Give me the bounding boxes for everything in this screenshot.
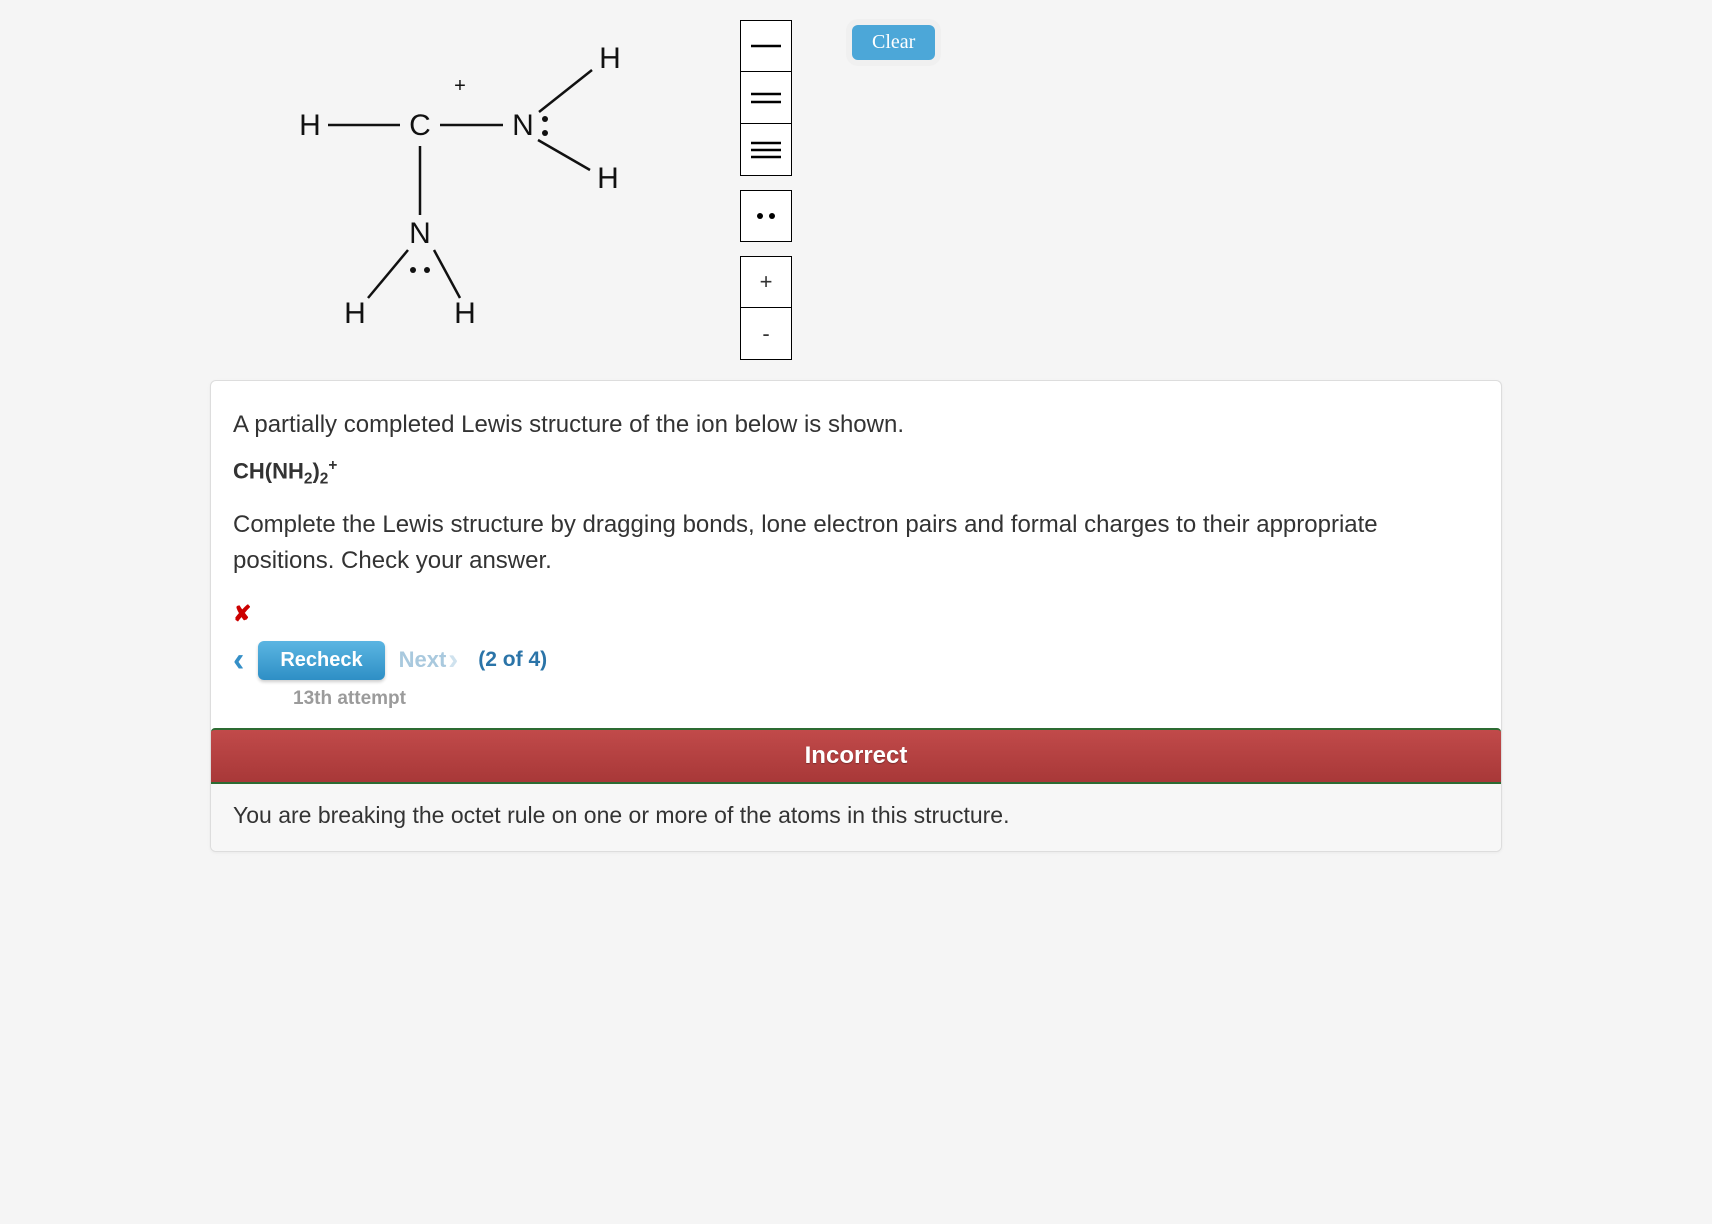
question-intro: A partially completed Lewis structure of… — [233, 411, 1479, 439]
question-instructions: Complete the Lewis structure by dragging… — [233, 507, 1479, 579]
chevron-right-icon: › — [448, 643, 458, 677]
prev-button[interactable]: ‹ — [233, 641, 244, 680]
svg-text:+: + — [454, 75, 466, 97]
attempt-count: 13th attempt — [293, 688, 1479, 710]
svg-text:H: H — [454, 297, 476, 330]
feedback-text: You are breaking the octet rule on one o… — [211, 784, 1501, 851]
palette-minus-charge[interactable]: - — [740, 308, 792, 360]
status-bar: Incorrect — [211, 728, 1501, 784]
palette-lone-pair[interactable] — [740, 190, 792, 242]
svg-text:N: N — [409, 217, 431, 250]
svg-text:H: H — [597, 162, 619, 195]
palette-triple-bond[interactable] — [740, 124, 792, 176]
lewis-structure: .at { font: 30px Arial; text-anchor: mid… — [270, 20, 690, 340]
ion-formula: CH(NH2)2+ — [233, 457, 1479, 489]
molecule-canvas[interactable]: .at { font: 30px Arial; text-anchor: mid… — [270, 20, 690, 340]
svg-text:H: H — [344, 297, 366, 330]
palette-double-bond[interactable] — [740, 72, 792, 124]
svg-text:H: H — [599, 42, 621, 75]
tool-palette: + - — [740, 20, 792, 360]
clear-button[interactable]: Clear — [852, 25, 935, 60]
svg-text:H: H — [299, 109, 321, 142]
next-button[interactable]: Next › — [399, 643, 459, 677]
palette-plus-charge[interactable]: + — [740, 256, 792, 308]
progress-indicator: (2 of 4) — [478, 648, 547, 672]
svg-text:N: N — [512, 109, 534, 142]
palette-single-bond[interactable] — [740, 20, 792, 72]
drawing-area[interactable]: .at { font: 30px Arial; text-anchor: mid… — [210, 10, 1502, 380]
nav-row: ‹ Recheck Next › (2 of 4) — [233, 641, 1479, 680]
x-icon: ✘ — [233, 601, 1479, 627]
svg-text:C: C — [409, 109, 431, 142]
question-card: A partially completed Lewis structure of… — [210, 380, 1502, 852]
recheck-button[interactable]: Recheck — [258, 641, 384, 680]
next-label-text: Next — [399, 647, 447, 673]
